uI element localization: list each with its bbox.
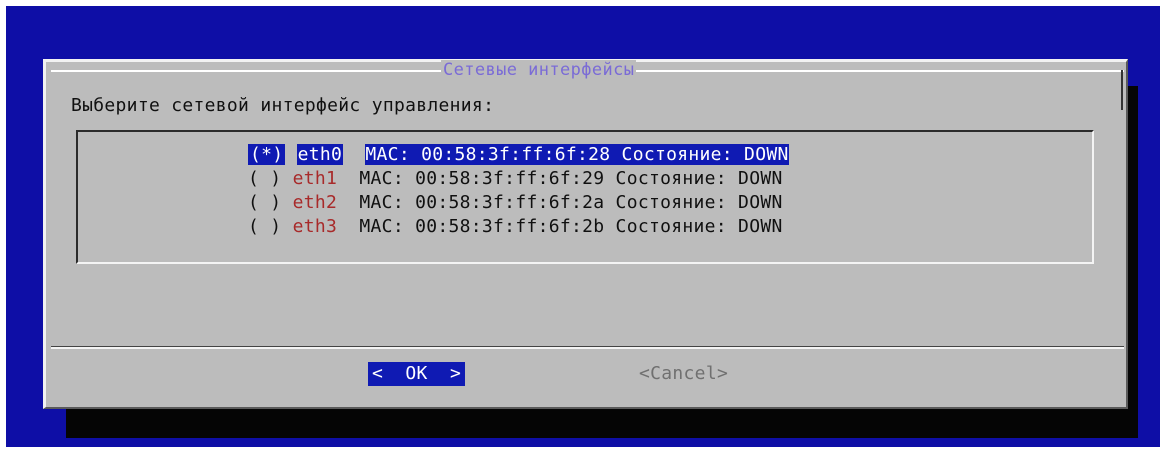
radio-button[interactable]: ( ) (248, 168, 281, 189)
radio-button[interactable]: ( ) (248, 216, 281, 237)
radio-button[interactable]: ( ) (248, 192, 281, 213)
interface-name: eth1 (292, 168, 338, 189)
interface-description: MAC: 00:58:3f:ff:6f:28 Состояние: DOWN (365, 144, 789, 165)
ok-button[interactable]: < OK > (368, 362, 466, 386)
list-item-eth3[interactable]: ( ) eth3 MAC: 00:58:3f:ff:6f:2b Состояни… (248, 215, 783, 239)
interface-list: (*) eth0 MAC: 00:58:3f:ff:6f:28 Состояни… (76, 130, 1094, 264)
interface-name: eth3 (292, 216, 338, 237)
dialog-frame-corner (1121, 70, 1123, 110)
button-separator (51, 347, 1124, 349)
interface-description: MAC: 00:58:3f:ff:6f:2b Состояние: DOWN (359, 216, 783, 237)
interface-description: MAC: 00:58:3f:ff:6f:29 Состояние: DOWN (359, 168, 783, 189)
cancel-button[interactable]: <Cancel> (639, 362, 728, 386)
dialog-title: Сетевые интерфейсы (441, 60, 637, 80)
interface-name: eth2 (292, 192, 338, 213)
radio-button[interactable]: (*) (248, 144, 286, 165)
list-item-eth0[interactable]: (*) eth0 MAC: 00:58:3f:ff:6f:28 Состояни… (248, 143, 789, 167)
network-interfaces-dialog: Сетевые интерфейсы Выберите сетевой инте… (43, 59, 1128, 409)
interface-name: eth0 (296, 144, 344, 165)
terminal-screen: Сетевые интерфейсы Выберите сетевой инте… (6, 6, 1160, 447)
interface-description: MAC: 00:58:3f:ff:6f:2a Состояние: DOWN (359, 192, 783, 213)
list-item-eth1[interactable]: ( ) eth1 MAC: 00:58:3f:ff:6f:29 Состояни… (248, 167, 783, 191)
dialog-prompt: Выберите сетевой интерфейс управления: (71, 95, 495, 116)
list-item-eth2[interactable]: ( ) eth2 MAC: 00:58:3f:ff:6f:2a Состояни… (248, 191, 783, 215)
